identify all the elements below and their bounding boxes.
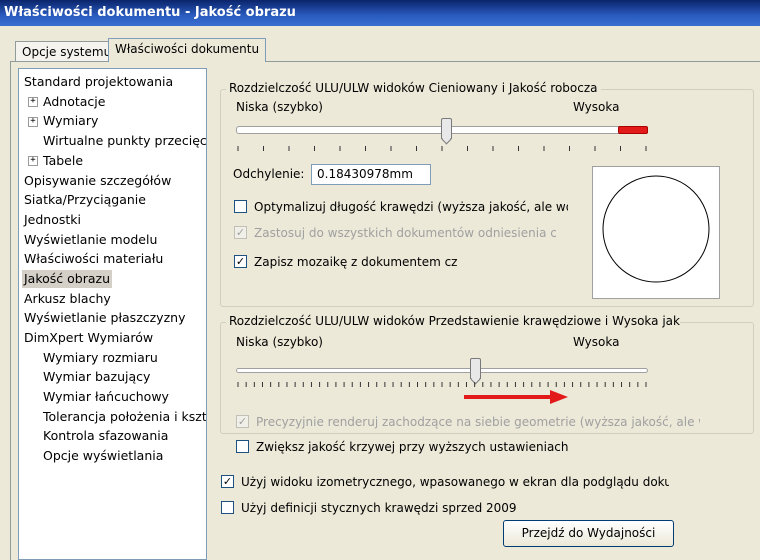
precise-render-label: Precyzyjnie renderuj zachodzące na siebi… <box>256 415 700 429</box>
tab-system-options[interactable]: Opcje systemu <box>15 41 119 62</box>
apply-all-label: Zastosuj do wszystkich dokumentów odnies… <box>254 226 556 240</box>
tree-item-virtual-sharps[interactable]: Wirtualne punkty przecięcia <box>43 132 206 150</box>
tree-item-material-properties[interactable]: Właściwości materiału <box>24 250 163 268</box>
tree-item-geometric-tolerance[interactable]: Tolerancja położenia i kształtu <box>43 408 206 426</box>
red-arrow-annotation-icon <box>464 390 568 404</box>
tree-item-display-options[interactable]: Opcje wyświetlania <box>43 447 163 465</box>
isometric-view-label: Użyj widoku izometrycznego, wpasowanego … <box>241 475 669 489</box>
wireframe-group-title: Rozdzielczość ULU/ULW widoków Przedstawi… <box>226 314 680 328</box>
options-tree[interactable]: Standard projektowania + Adnotacje + Wym… <box>18 68 207 560</box>
tree-item-plane-display[interactable]: Wyświetlanie płaszczyzny <box>24 309 185 327</box>
deviation-input[interactable]: 0.18430978mm <box>311 164 431 185</box>
save-tessellation-label: Zapisz mozaikę z dokumentem części <box>254 255 457 269</box>
tree-item-image-quality[interactable]: Jakość obrazu <box>22 270 113 288</box>
tree-item-design-standard[interactable]: Standard projektowania <box>24 73 173 91</box>
tree-item-units[interactable]: Jednostki <box>24 211 81 229</box>
tree-item-tables[interactable]: Tabele <box>43 152 83 170</box>
window-title: Właściwości dokumentu - Jakość obrazu <box>0 0 760 26</box>
shaded-slider-thumb[interactable] <box>441 118 453 139</box>
shaded-high-zone <box>618 126 648 134</box>
wireframe-low-label: Niska (szybko) <box>236 335 323 349</box>
curve-quality-checkbox[interactable] <box>236 440 249 453</box>
tree-item-size-dimension[interactable]: Wymiary rozmiaru <box>43 349 158 367</box>
apply-all-checkbox[interactable]: ✓ <box>234 226 247 239</box>
tree-item-chamfer-controls[interactable]: Kontrola sfazowania <box>43 427 168 445</box>
preview-circle-icon <box>602 175 710 283</box>
tessellation-preview <box>592 166 720 299</box>
wireframe-slider-track[interactable] <box>236 368 648 373</box>
isometric-view-checkbox[interactable]: ✓ <box>221 475 234 488</box>
tangent-edge-label: Użyj definicji stycznych krawędzi sprzed… <box>241 501 517 515</box>
tree-item-annotations[interactable]: Adnotacje <box>43 93 105 111</box>
expand-plus-icon[interactable]: + <box>28 117 38 127</box>
curve-quality-label: Zwiększ jakość krzywej przy wyższych ust… <box>256 440 569 454</box>
tree-item-model-display[interactable]: Wyświetlanie modelu <box>24 231 157 249</box>
precise-render-checkbox[interactable]: ✓ <box>236 415 249 428</box>
optimize-edge-label: Optymalizuj długość krawędzi (wyższa jak… <box>254 200 568 214</box>
wireframe-high-label: Wysoka <box>573 335 620 349</box>
tree-item-location-dimension[interactable]: Wymiar bazujący <box>43 368 150 386</box>
tree-item-detailing[interactable]: Opisywanie szczegółów <box>24 172 171 190</box>
tree-item-sheet-metal[interactable]: Arkusz blachy <box>24 290 111 308</box>
tree-item-chain-dimension[interactable]: Wymiar łańcuchowy <box>43 388 169 406</box>
tab-document-properties[interactable]: Właściwości dokumentu <box>108 38 267 62</box>
expand-plus-icon[interactable]: + <box>28 156 38 166</box>
save-tessellation-checkbox[interactable]: ✓ <box>234 255 247 268</box>
go-to-performance-button[interactable]: Przejdź do Wydajności <box>503 520 674 547</box>
shaded-high-label: Wysoka <box>573 100 620 114</box>
deviation-label: Odchylenie: <box>233 167 305 181</box>
wireframe-slider-ticks <box>237 382 647 387</box>
expand-plus-icon[interactable]: + <box>28 97 38 107</box>
shaded-low-label: Niska (szybko) <box>236 100 323 114</box>
tangent-edge-checkbox[interactable] <box>221 501 234 514</box>
tree-item-dimxpert[interactable]: DimXpert Wymiarów <box>24 329 153 347</box>
optimize-edge-checkbox[interactable] <box>234 200 247 213</box>
shaded-group-title: Rozdzielczość ULU/ULW widoków Cieniowany… <box>226 81 601 95</box>
wireframe-slider-thumb[interactable] <box>469 358 481 379</box>
shaded-slider-ticks <box>237 146 647 151</box>
tree-item-dimensions[interactable]: Wymiary <box>43 112 98 130</box>
tree-item-grid-snap[interactable]: Siatka/Przyciąganie <box>24 191 146 209</box>
